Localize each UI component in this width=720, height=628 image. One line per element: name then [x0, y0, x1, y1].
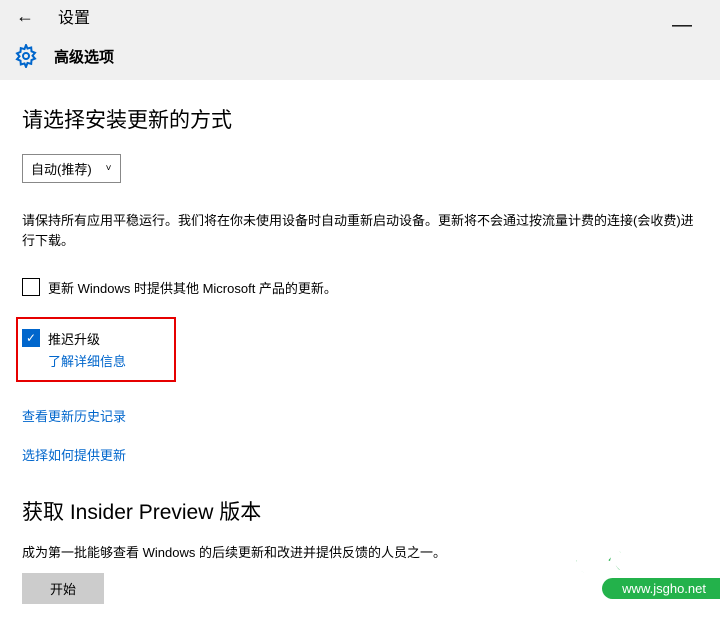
content-area: 请选择安装更新的方式 自动(推荐) ˅ 请保持所有应用平稳运行。我们将在你未使用… [0, 80, 720, 628]
header-top-bar: ← 设置 — [0, 0, 720, 32]
dropdown-value: 自动(推荐) [31, 159, 92, 178]
highlight-box-defer: ✓ 推迟升级 了解详细信息 [16, 317, 176, 382]
page-subtitle: 高级选项 [54, 46, 114, 67]
choose-delivery-link[interactable]: 选择如何提供更新 [22, 445, 698, 464]
checkbox-row-ms-products: 更新 Windows 时提供其他 Microsoft 产品的更新。 [22, 278, 698, 297]
defer-label-group: 推迟升级 了解详细信息 [48, 329, 126, 370]
defer-learn-more-link[interactable]: 了解详细信息 [48, 351, 126, 370]
window-title: 设置 [58, 4, 90, 28]
back-arrow-icon[interactable]: ← [16, 6, 34, 27]
checkbox-defer[interactable]: ✓ [22, 329, 40, 347]
checkbox-ms-products-label: 更新 Windows 时提供其他 Microsoft 产品的更新。 [48, 278, 337, 297]
checkbox-ms-products[interactable] [22, 278, 40, 296]
update-mode-dropdown[interactable]: 自动(推荐) ˅ [22, 154, 121, 183]
checkbox-defer-label: 推迟升级 [48, 332, 100, 347]
update-description: 请保持所有应用平稳运行。我们将在你未使用设备时自动重新启动设备。更新将不会通过按… [22, 211, 698, 250]
checkbox-row-defer: ✓ 推迟升级 了解详细信息 [22, 329, 162, 370]
window-header: ← 设置 — 高级选项 [0, 0, 720, 80]
chevron-down-icon: ˅ [106, 163, 112, 174]
view-history-link[interactable]: 查看更新历史记录 [22, 406, 698, 425]
gear-icon [14, 44, 38, 68]
section-heading-insider: 获取 Insider Preview 版本 [22, 496, 698, 526]
start-button[interactable]: 开始 [22, 573, 104, 604]
header-subtitle-bar: 高级选项 [0, 32, 720, 80]
insider-description: 成为第一批能够查看 Windows 的后续更新和改进并提供反馈的人员之一。 [22, 542, 698, 561]
section-heading-update-method: 请选择安装更新的方式 [22, 104, 698, 134]
minimize-icon[interactable]: — [672, 14, 692, 37]
